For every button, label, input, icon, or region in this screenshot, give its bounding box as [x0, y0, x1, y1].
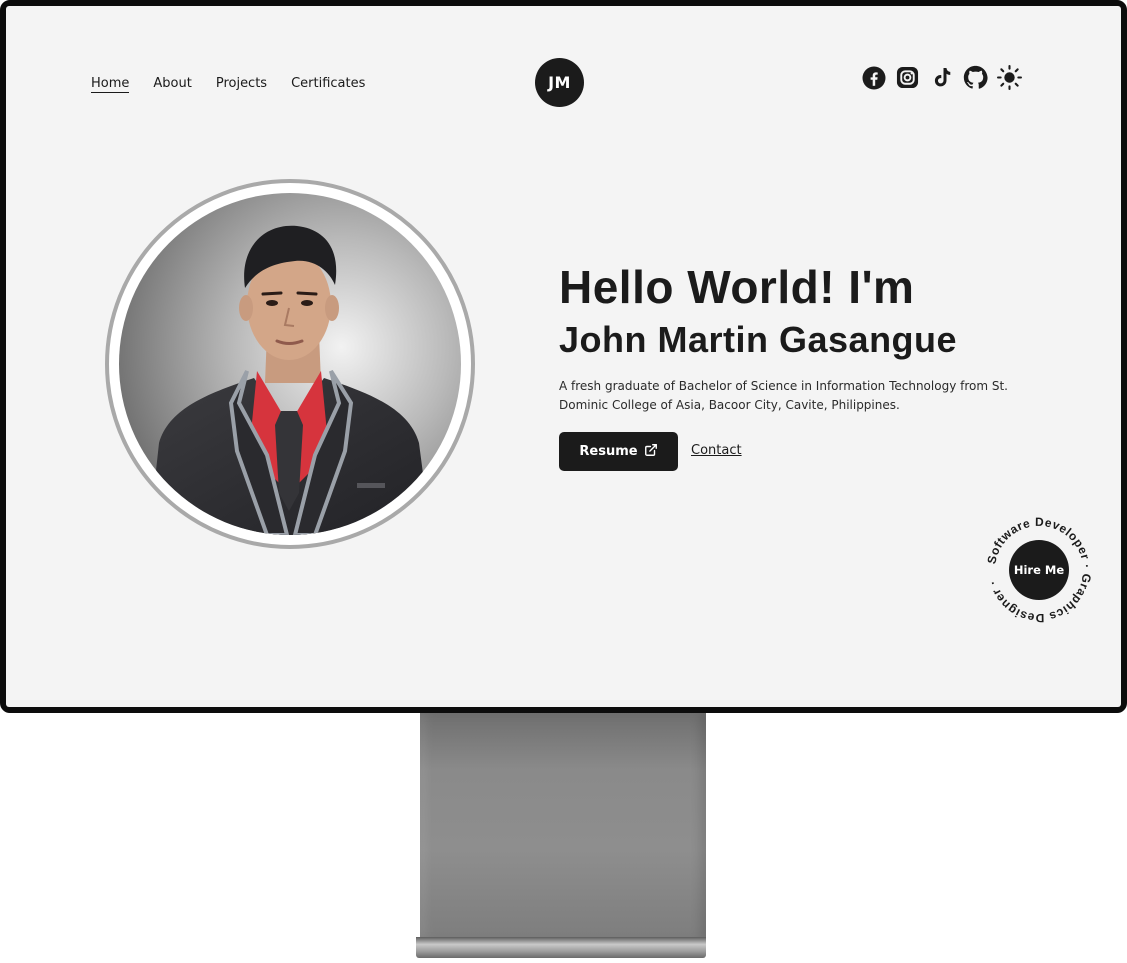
tiktok-icon[interactable]	[929, 65, 954, 90]
nav-home[interactable]: Home	[91, 76, 130, 93]
monitor-stand-neck	[420, 713, 706, 941]
main-nav: Home About Projects Certificates	[91, 76, 389, 93]
monitor-stand-base	[416, 937, 706, 958]
website-screen: Home About Projects Certificates JM Hell…	[6, 6, 1121, 707]
hire-me-badge: Software Developer · Graphics Designer ·…	[983, 514, 1095, 626]
external-link-icon	[644, 443, 658, 461]
logo[interactable]: JM	[535, 58, 584, 107]
contact-link[interactable]: Contact	[691, 443, 742, 458]
hero-greeting: Hello World! I'm	[559, 261, 915, 313]
hero-description: A fresh graduate of Bachelor of Science …	[559, 379, 1008, 412]
github-icon[interactable]	[963, 65, 988, 90]
instagram-icon[interactable]	[895, 65, 920, 90]
nav-about[interactable]: About	[153, 76, 191, 93]
hero-name: John Martin Gasangue	[559, 319, 958, 360]
profile-photo	[119, 193, 461, 535]
hire-me-button[interactable]: Hire Me	[1009, 540, 1069, 600]
resume-button-label: Resume	[579, 444, 638, 459]
theme-toggle-sun-icon[interactable]	[997, 65, 1022, 90]
nav-certificates[interactable]: Certificates	[291, 76, 365, 93]
resume-button[interactable]: Resume	[559, 432, 678, 471]
nav-projects[interactable]: Projects	[216, 76, 267, 93]
monitor-bezel: Home About Projects Certificates JM Hell…	[0, 0, 1127, 713]
social-links	[861, 65, 1022, 90]
facebook-icon[interactable]	[861, 65, 886, 90]
